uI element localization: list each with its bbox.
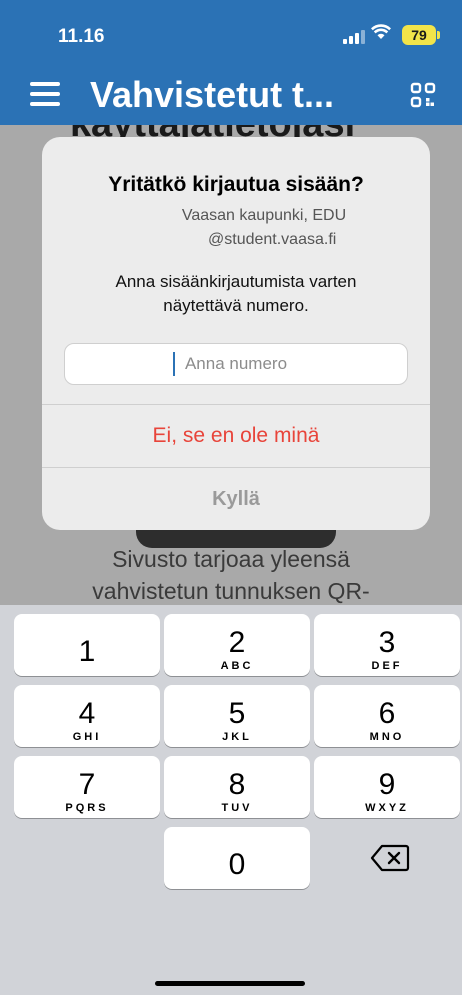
key-letters: WXYZ <box>365 801 409 814</box>
key-digit: 8 <box>228 767 246 801</box>
key-letters: ABC <box>220 659 254 672</box>
cellular-signal-icon <box>343 28 365 44</box>
key-digit: 5 <box>228 696 246 730</box>
key-3[interactable]: 3 DEF <box>314 614 460 676</box>
app-header: 11.16 79 Vahvistetut t... <box>0 0 462 125</box>
key-digit: 9 <box>378 767 396 801</box>
dialog-message: Anna sisäänkirjautumista varten näytettä… <box>115 272 357 315</box>
key-letters: DEF <box>371 659 403 672</box>
key-8[interactable]: 8 TUV <box>164 756 310 818</box>
background-paragraph-line: vahvistetun tunnuksen QR- <box>92 578 370 604</box>
dialog-title: Yritätkö kirjautua sisään? <box>108 173 364 196</box>
hamburger-menu-icon[interactable] <box>30 82 60 106</box>
key-digit: 4 <box>78 696 96 730</box>
deny-button[interactable]: Ei, se en ole minä <box>42 405 430 467</box>
delete-left-icon[interactable] <box>370 843 410 873</box>
key-letters: TUV <box>221 801 253 814</box>
key-digit: 2 <box>228 625 246 659</box>
key-letters: GHI <box>72 730 102 743</box>
status-time: 11.16 <box>58 26 105 47</box>
dialog-organization: Vaasan kaupunki, EDU <box>181 207 347 224</box>
status-bar: 11.16 79 <box>0 0 462 60</box>
qr-code-icon[interactable] <box>410 82 436 108</box>
key-0[interactable]: 0 <box>164 827 310 889</box>
sign-in-approval-dialog: Yritätkö kirjautua sisään? Vaasan kaupun… <box>42 137 430 530</box>
key-9[interactable]: 9 WXYZ <box>314 756 460 818</box>
number-input[interactable] <box>64 343 408 385</box>
key-letters: PQRS <box>65 801 109 814</box>
key-digit: 6 <box>378 696 396 730</box>
key-4[interactable]: 4 GHI <box>14 685 160 747</box>
key-digit: 0 <box>228 848 246 881</box>
key-7[interactable]: 7 PQRS <box>14 756 160 818</box>
key-1[interactable]: 1 <box>14 614 160 676</box>
numeric-keypad: 1 2 ABC 3 DEF 4 GHI 5 JKL 6 MNO 7 PQRS 8… <box>0 605 462 995</box>
navigation-bar: Vahvistetut t... <box>0 62 462 125</box>
page-title: Vahvistetut t... <box>90 74 335 115</box>
background-paragraph-line: Sivusto tarjoaa yleensä <box>112 546 350 572</box>
key-digit: 1 <box>78 635 96 668</box>
key-digit: 7 <box>78 767 96 801</box>
key-letters: MNO <box>369 730 405 743</box>
key-2[interactable]: 2 ABC <box>164 614 310 676</box>
key-6[interactable]: 6 MNO <box>314 685 460 747</box>
wifi-icon <box>371 24 391 45</box>
key-5[interactable]: 5 JKL <box>164 685 310 747</box>
background-paragraph: Sivusto tarjoaa yleensä vahvistetun tunn… <box>0 543 462 605</box>
battery-indicator: 79 <box>402 25 440 45</box>
key-letters: JKL <box>222 730 252 743</box>
text-cursor <box>173 352 175 376</box>
key-digit: 3 <box>378 625 396 659</box>
confirm-button[interactable]: Kyllä <box>42 468 430 530</box>
dialog-account: @student.vaasa.fi <box>208 231 337 248</box>
home-indicator <box>155 981 305 986</box>
